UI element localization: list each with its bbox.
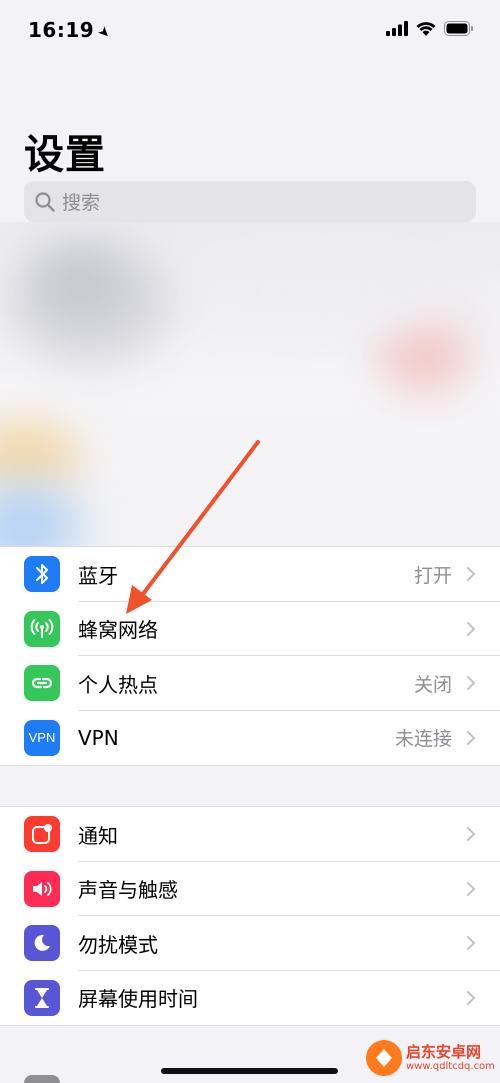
- hourglass-icon: [24, 979, 60, 1016]
- wifi-icon: [416, 22, 436, 36]
- watermark-url: www.qdltcdq.com: [406, 1060, 495, 1072]
- settings-row-screen-time[interactable]: 屏幕使用时间: [0, 971, 500, 1026]
- vpn-icon: VPN: [24, 719, 60, 756]
- cellular-signal-icon: [386, 21, 408, 36]
- cellular-antenna-icon: [24, 610, 60, 647]
- row-value: 打开: [413, 564, 452, 587]
- chevron-right-icon: [467, 567, 475, 582]
- search-field[interactable]: 搜索: [24, 181, 476, 222]
- settings-row-hotspot[interactable]: 个人热点 关闭: [0, 656, 500, 711]
- settings-row-bluetooth[interactable]: 蓝牙 打开: [0, 547, 500, 602]
- chevron-right-icon: [467, 990, 475, 1005]
- row-label: 蓝牙: [78, 563, 118, 588]
- row-label: 个人热点: [78, 672, 158, 697]
- notifications-icon: [24, 816, 60, 853]
- blurred-account-area: [0, 222, 500, 547]
- bluetooth-icon: [24, 556, 60, 593]
- row-label: 蜂窝网络: [78, 618, 158, 643]
- vpn-icon-text: VPN: [28, 730, 56, 746]
- partial-settings-icon: [24, 1075, 60, 1083]
- chevron-right-icon: [467, 827, 475, 842]
- search-icon: [35, 191, 55, 212]
- settings-row-vpn[interactable]: VPN VPN 未连接: [0, 711, 500, 766]
- settings-row-do-not-disturb[interactable]: 勿扰模式: [0, 916, 500, 971]
- watermark-title: 启东安卓网: [406, 1043, 482, 1062]
- row-value: 未连接: [394, 728, 452, 751]
- watermark: 启东安卓网 www.qdltcdq.com: [366, 1036, 496, 1080]
- row-label: 声音与触感: [78, 878, 178, 903]
- watermark-logo-icon: [366, 1040, 402, 1076]
- row-label: 通知: [78, 823, 118, 848]
- moon-icon: [24, 925, 60, 962]
- row-label: 勿扰模式: [78, 932, 158, 957]
- row-label: VPN: [78, 725, 119, 750]
- row-value: 关闭: [413, 673, 452, 696]
- chevron-right-icon: [467, 881, 475, 896]
- status-time: 16:19➤: [28, 18, 114, 43]
- notifications-group: 通知 声音与触感 勿扰模式 屏幕使用时间: [0, 806, 500, 1026]
- status-icons: [386, 21, 474, 36]
- watermark-text: 启东安卓网 www.qdltcdq.com: [406, 1044, 495, 1072]
- search-placeholder: 搜索: [62, 192, 101, 214]
- location-arrow-icon: ➤: [94, 23, 115, 43]
- chevron-right-icon: [467, 621, 475, 636]
- status-bar: 16:19➤: [0, 0, 500, 60]
- hotspot-link-icon: [24, 665, 60, 702]
- time-text: 16:19: [28, 18, 95, 42]
- chevron-right-icon: [467, 936, 475, 951]
- settings-row-notifications[interactable]: 通知: [0, 807, 500, 862]
- connectivity-group: 蓝牙 打开 蜂窝网络 个人热点 关闭 VPN VPN 未连接: [0, 546, 500, 766]
- home-indicator[interactable]: [161, 1068, 338, 1074]
- chevron-right-icon: [467, 730, 475, 745]
- settings-row-cellular[interactable]: 蜂窝网络: [0, 602, 500, 656]
- page-title: 设置: [24, 132, 106, 178]
- speaker-icon: [24, 870, 60, 907]
- settings-row-sounds[interactable]: 声音与触感: [0, 862, 500, 916]
- chevron-right-icon: [467, 676, 475, 691]
- row-label: 屏幕使用时间: [78, 987, 198, 1012]
- battery-icon: [444, 21, 473, 36]
